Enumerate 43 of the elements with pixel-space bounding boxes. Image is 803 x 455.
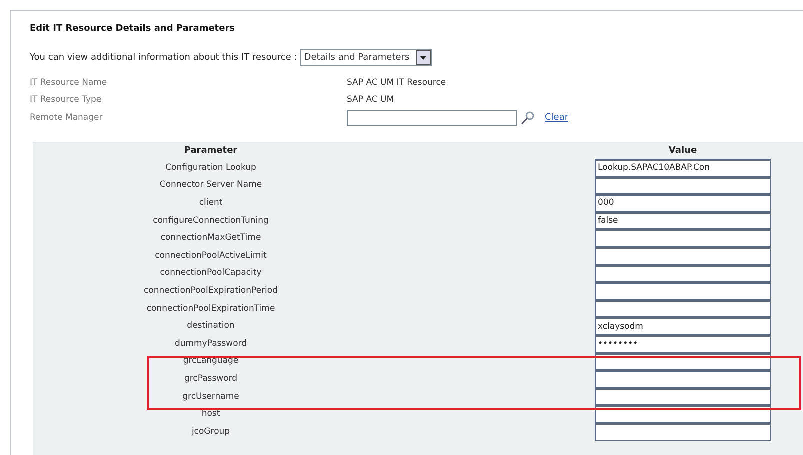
- property-value: SAP AC UM: [347, 95, 394, 105]
- input-field[interactable]: [595, 246, 771, 265]
- info-text: You can view additional information about this IT resource :: [30, 52, 298, 62]
- parameter-name: host: [200, 409, 222, 420]
- parameter-name: connectionPoolCapacity: [159, 268, 263, 278]
- input-field[interactable]: [347, 110, 517, 126]
- parameter-name: dummyPassword: [174, 338, 248, 349]
- input-field[interactable]: [595, 176, 771, 194]
- column-header: Value: [668, 146, 698, 156]
- input-field[interactable]: ••••••••: [595, 334, 771, 353]
- parameter-name: connectionPoolActiveLimit: [154, 250, 268, 261]
- parameter-name: connectionPoolExpirationPeriod: [142, 286, 280, 296]
- parameter-name: grcUsername: [182, 392, 240, 402]
- parameter-name: grcLanguage: [182, 356, 240, 366]
- property-value: SAP AC UM IT Resource: [347, 78, 446, 88]
- property-label: IT Resource Type: [30, 95, 103, 105]
- input-field[interactable]: [595, 282, 771, 300]
- search-icon[interactable]: [521, 111, 535, 125]
- parameter-name: client: [198, 198, 224, 208]
- property-label: IT Resource Name: [30, 78, 108, 88]
- input-field[interactable]: [595, 229, 771, 247]
- column-header: Parameter: [183, 146, 239, 156]
- input-field[interactable]: [595, 264, 771, 282]
- parameter-name: Configuration Lookup: [164, 162, 258, 173]
- input-field[interactable]: xclaysodm: [595, 317, 771, 335]
- parameter-name: grcPassword: [183, 374, 239, 384]
- input-field[interactable]: [595, 388, 771, 406]
- input-field[interactable]: [595, 300, 771, 318]
- input-field[interactable]: [595, 422, 771, 440]
- parameter-name: connectionMaxGetTime: [160, 233, 262, 244]
- property-label: Remote Manager: [30, 113, 104, 123]
- parameter-name: Connector Server Name: [158, 180, 264, 190]
- parameter-name: connectionPoolExpirationTime: [146, 304, 276, 314]
- section-title: Edit IT Resource Details and Parameters: [29, 23, 236, 34]
- view-dropdown[interactable]: Details and Parameters: [300, 49, 432, 66]
- parameter-name: configureConnectionTuning: [152, 216, 270, 226]
- input-field[interactable]: [595, 370, 771, 388]
- clear-link[interactable]: Clear: [545, 113, 569, 123]
- input-field[interactable]: 000: [595, 194, 771, 212]
- input-field[interactable]: false: [595, 212, 771, 230]
- parameter-name: destination: [186, 321, 236, 332]
- parameter-name: jcoGroup: [190, 426, 232, 437]
- input-field[interactable]: Lookup.SAPAC10ABAP.Con: [595, 159, 771, 177]
